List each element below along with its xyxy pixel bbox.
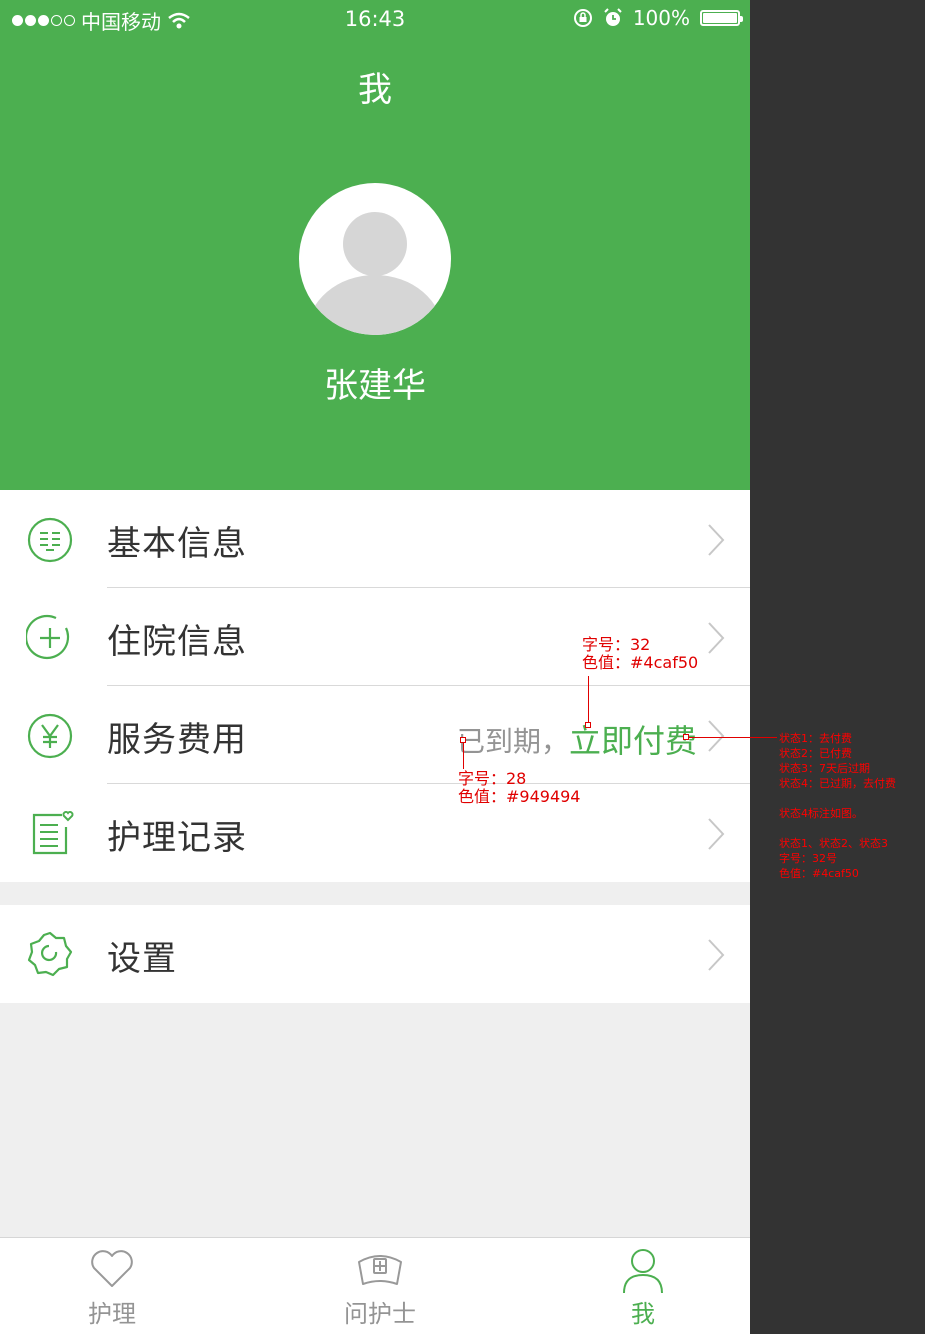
battery-icon (700, 10, 743, 26)
menu-item-label: 基本信息 (107, 524, 247, 564)
chevron-right-icon (708, 524, 725, 556)
document-list-icon (27, 517, 73, 563)
menu-item-settings[interactable]: 设置 (0, 905, 750, 1003)
annotation-leader-line (588, 676, 589, 724)
page-title: 我 (358, 70, 392, 110)
menu-group: 基本信息 住院信息 服务费用 护理记录 (0, 490, 750, 882)
hospital-plus-icon (26, 614, 70, 660)
avatar[interactable] (299, 183, 451, 335)
gear-icon (27, 931, 73, 977)
tab-ask-nurse[interactable]: 问护士 (305, 1238, 455, 1334)
nurse-cap-icon (358, 1255, 402, 1285)
annotation-state-line: 状态1：去付费 (779, 732, 852, 745)
annotation-state-line: 状态4标注如图。 (779, 807, 863, 820)
username: 张建华 (324, 366, 426, 406)
person-icon (623, 1249, 663, 1294)
annotation-state-line: 状态2：已付费 (779, 747, 852, 760)
annotation-state-line: 状态4：已过期，去付费 (779, 777, 896, 790)
annotation-state-line (779, 791, 896, 806)
chevron-right-icon (708, 622, 725, 654)
tab-me[interactable]: 我 (568, 1238, 718, 1334)
annotation-state-line: 色值：#4caf50 (779, 867, 859, 880)
chevron-right-icon (708, 818, 725, 850)
record-heart-icon (32, 811, 74, 855)
annotation-state-line: 状态3：7天后过期 (779, 762, 870, 775)
menu-item-label: 住院信息 (107, 622, 247, 662)
menu-item-basic-info[interactable]: 基本信息 (0, 490, 750, 588)
annotation-leader-line (689, 737, 777, 738)
tab-bar: 护理 问护士 我 (0, 1237, 750, 1334)
status-bar: 中国移动 16:43 100% (0, 0, 750, 40)
settings-group: 设置 (0, 905, 750, 1003)
annotation-expired-color: 色值：#949494 (458, 787, 581, 806)
annotation-marker (585, 722, 591, 728)
chevron-right-icon (708, 939, 725, 971)
fee-status-expired: 已到期， (457, 725, 570, 758)
annotation-state-line: 状态1、状态2、状态3 (779, 837, 888, 850)
annotation-leader-line (463, 743, 464, 769)
menu-item-care-records[interactable]: 护理记录 (0, 784, 750, 882)
yen-icon (27, 713, 73, 759)
tab-label: 护理 (88, 1300, 136, 1328)
annotation-pay-font: 字号：32 (582, 635, 651, 654)
profile-header: 中国移动 16:43 100% 我 张建华 (0, 0, 750, 490)
annotation-state-line: 字号：32号 (779, 852, 837, 865)
annotation-pay-color: 色值：#4caf50 (582, 653, 699, 672)
tab-label: 问护士 (344, 1300, 416, 1328)
annotation-states: 状态1：去付费 状态2：已付费 状态3：7天后过期 状态4：已过期，去付费 状态… (779, 731, 896, 881)
menu-item-label: 护理记录 (107, 818, 247, 858)
annotation-state-line (779, 821, 896, 836)
tab-care[interactable]: 护理 (37, 1238, 187, 1334)
heart-icon (91, 1250, 133, 1287)
tab-label: 我 (631, 1300, 655, 1328)
annotation-expired-font: 字号：28 (458, 769, 527, 788)
alarm-icon (604, 8, 622, 26)
chevron-right-icon (708, 720, 725, 752)
menu-item-label: 服务费用 (107, 720, 247, 760)
orientation-lock-icon (573, 9, 592, 27)
avatar-placeholder-icon (307, 212, 443, 335)
menu-item-label: 设置 (107, 939, 177, 979)
battery-percent: 100% (632, 6, 690, 30)
status-right: 100% (573, 6, 743, 30)
